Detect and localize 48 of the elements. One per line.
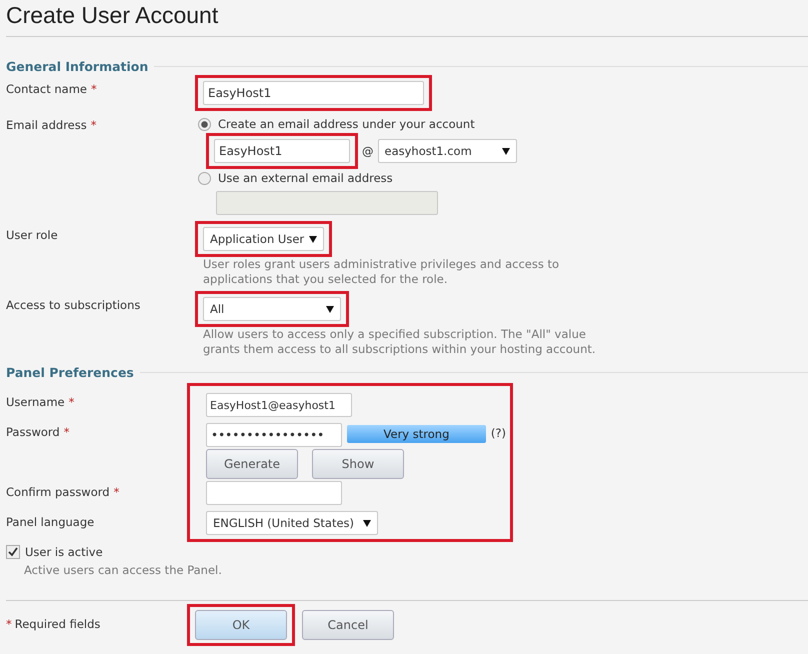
radio-button[interactable] [198, 172, 211, 184]
generate-button[interactable]: Generate [206, 449, 298, 479]
help-link[interactable]: (?) [490, 426, 506, 440]
ok-button[interactable]: OK [195, 610, 287, 640]
strength-meter: Very strong [347, 425, 486, 443]
field-label: Panel language [6, 515, 94, 531]
required-mark: * [91, 82, 97, 96]
dropdown[interactable]: All [203, 297, 341, 321]
caret-icon [363, 520, 371, 526]
dropdown[interactable]: easyhost1.com [378, 139, 516, 163]
checkbox[interactable] [6, 545, 20, 559]
field-label: Confirm password [6, 485, 110, 501]
radio-label: Use an external email address [218, 171, 393, 185]
field-label: User role [6, 228, 58, 242]
caret-icon [502, 148, 510, 154]
caret-icon [309, 236, 317, 242]
show-button[interactable]: Show [312, 449, 404, 479]
required-mark: * [68, 395, 74, 411]
footnote: Required fields [14, 617, 100, 633]
field-label: Email address [6, 118, 87, 132]
at-sign: @ [362, 144, 374, 158]
section-heading: General Information [6, 58, 148, 74]
field-label: Password [6, 425, 60, 441]
input-field[interactable] [206, 481, 342, 505]
required-mark: * [114, 485, 120, 501]
help-text: User roles grant users administrative privileges and access to applications that you selected for the role. [203, 257, 560, 287]
required-mark: * [64, 425, 70, 441]
caret-icon [326, 306, 334, 312]
dropdown[interactable]: ENGLISH (United States) [206, 511, 378, 535]
section-heading: Panel Preferences [6, 364, 134, 380]
checkbox-label: User is active [25, 545, 103, 559]
radio-button[interactable] [198, 118, 211, 130]
input-field[interactable] [216, 191, 438, 215]
field-label: Contact name [6, 82, 88, 96]
field-label: Username [6, 395, 65, 411]
required-mark: * [90, 118, 96, 132]
cancel-button[interactable]: Cancel [302, 610, 394, 640]
input-field[interactable]: EasyHost1 [203, 81, 424, 105]
input-field[interactable]: EasyHost1 [214, 139, 350, 163]
input-field[interactable]: EasyHost1@easyhost1 [206, 393, 352, 417]
radio-label: Create an email address under your account [218, 117, 475, 131]
password-field[interactable]: •••••••••••••••• [206, 423, 342, 447]
help-text: Active users can access the Panel. [24, 563, 223, 578]
page-title: Create User Account [6, 1, 220, 30]
field-label: Access to subscriptions [6, 298, 140, 312]
required-mark: * [6, 617, 12, 633]
dropdown[interactable]: Application User [203, 227, 324, 251]
help-text: Allow users to access only a specified subscription. The "All" value grants them access to all subscriptions within your hosting account. [203, 327, 597, 357]
